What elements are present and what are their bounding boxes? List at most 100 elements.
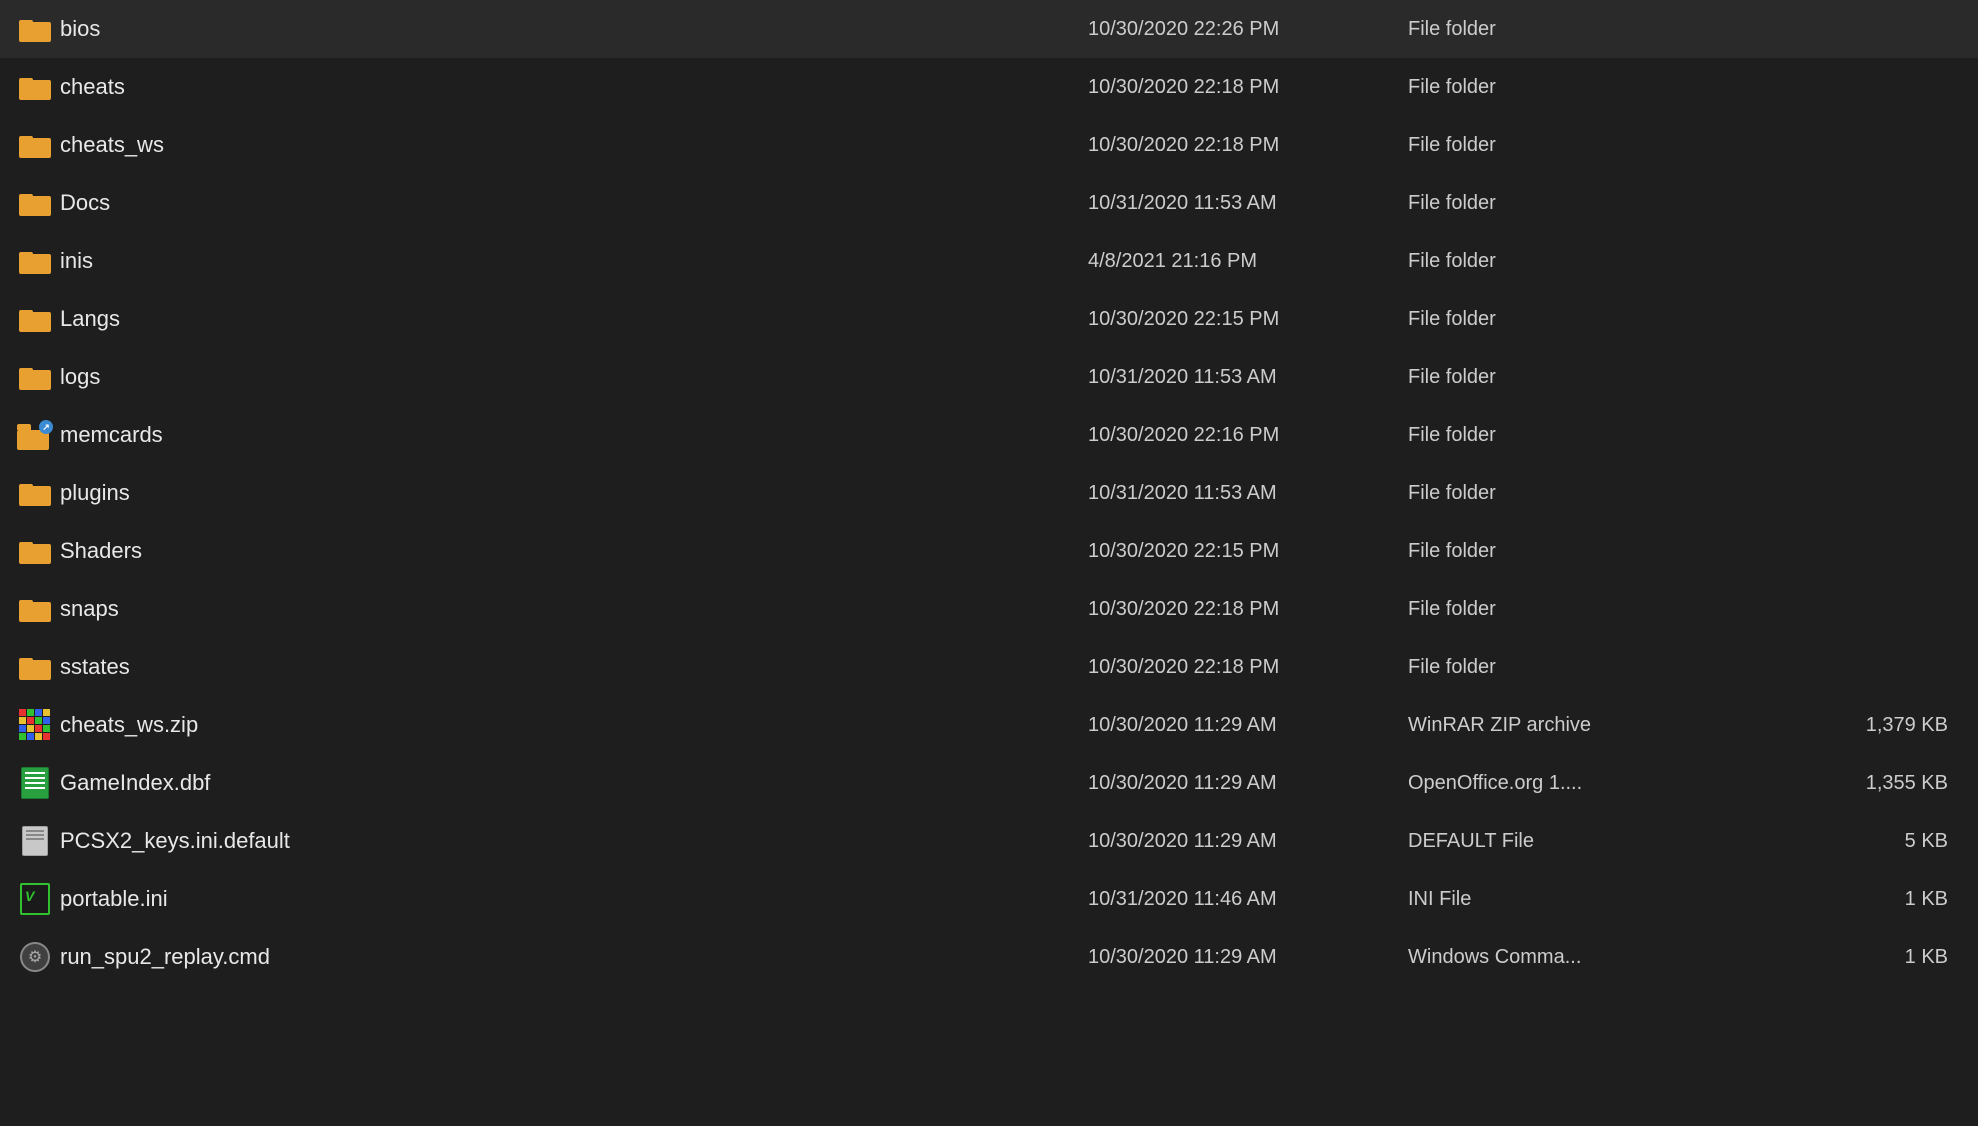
file-row[interactable]: plugins 10/31/2020 11:53 AM File folder bbox=[0, 464, 1978, 522]
file-row[interactable]: snaps 10/30/2020 22:18 PM File folder bbox=[0, 580, 1978, 638]
file-icon-cell bbox=[10, 16, 60, 42]
file-type: INI File bbox=[1408, 888, 1788, 911]
file-type: File folder bbox=[1408, 250, 1788, 273]
file-size: 1,379 KB bbox=[1788, 714, 1968, 737]
file-name: PCSX2_keys.ini.default bbox=[60, 828, 1088, 854]
ini-icon bbox=[20, 883, 50, 915]
file-list: bios 10/30/2020 22:26 PM File folder che… bbox=[0, 0, 1978, 986]
file-row[interactable]: inis 4/8/2021 21:16 PM File folder bbox=[0, 232, 1978, 290]
file-row[interactable]: sstates 10/30/2020 22:18 PM File folder bbox=[0, 638, 1978, 696]
file-date: 10/30/2020 11:29 AM bbox=[1088, 772, 1408, 795]
file-date: 10/30/2020 22:18 PM bbox=[1088, 598, 1408, 621]
file-date: 10/30/2020 11:29 AM bbox=[1088, 946, 1408, 969]
file-name: Docs bbox=[60, 190, 1088, 216]
file-row[interactable]: portable.ini 10/31/2020 11:46 AM INI Fil… bbox=[0, 870, 1978, 928]
folder-icon bbox=[19, 654, 51, 680]
folder-icon bbox=[19, 538, 51, 564]
file-name: cheats_ws.zip bbox=[60, 712, 1088, 738]
file-type: File folder bbox=[1408, 656, 1788, 679]
folder-icon bbox=[19, 480, 51, 506]
file-icon-cell bbox=[10, 364, 60, 390]
default-file-icon bbox=[22, 826, 48, 856]
file-type: File folder bbox=[1408, 76, 1788, 99]
file-date: 10/30/2020 22:16 PM bbox=[1088, 424, 1408, 447]
cmd-icon bbox=[20, 942, 50, 972]
file-type: OpenOffice.org 1.... bbox=[1408, 772, 1788, 795]
file-row[interactable]: cheats_ws.zip 10/30/2020 11:29 AM WinRAR… bbox=[0, 696, 1978, 754]
file-row[interactable]: Docs 10/31/2020 11:53 AM File folder bbox=[0, 174, 1978, 232]
file-size: 5 KB bbox=[1788, 830, 1968, 853]
file-name: cheats_ws bbox=[60, 132, 1088, 158]
file-name: logs bbox=[60, 364, 1088, 390]
file-type: File folder bbox=[1408, 482, 1788, 505]
file-date: 10/31/2020 11:53 AM bbox=[1088, 366, 1408, 389]
file-icon-cell bbox=[10, 709, 60, 741]
file-icon-cell: ↗ bbox=[10, 420, 60, 450]
file-type: File folder bbox=[1408, 134, 1788, 157]
file-icon-cell bbox=[10, 654, 60, 680]
file-icon-cell bbox=[10, 190, 60, 216]
file-date: 10/30/2020 22:15 PM bbox=[1088, 308, 1408, 331]
file-size: 1 KB bbox=[1788, 888, 1968, 911]
file-name: inis bbox=[60, 248, 1088, 274]
file-date: 4/8/2021 21:16 PM bbox=[1088, 250, 1408, 273]
file-date: 10/31/2020 11:53 AM bbox=[1088, 192, 1408, 215]
folder-icon bbox=[19, 132, 51, 158]
file-date: 10/30/2020 11:29 AM bbox=[1088, 830, 1408, 853]
file-row[interactable]: cheats_ws 10/30/2020 22:18 PM File folde… bbox=[0, 116, 1978, 174]
file-name: bios bbox=[60, 16, 1088, 42]
folder-icon bbox=[19, 596, 51, 622]
folder-icon bbox=[19, 16, 51, 42]
file-type: WinRAR ZIP archive bbox=[1408, 714, 1788, 737]
file-name: cheats bbox=[60, 74, 1088, 100]
file-icon-cell bbox=[10, 74, 60, 100]
file-name: plugins bbox=[60, 480, 1088, 506]
file-type: File folder bbox=[1408, 18, 1788, 41]
file-date: 10/31/2020 11:53 AM bbox=[1088, 482, 1408, 505]
folder-special-icon: ↗ bbox=[17, 420, 53, 450]
file-row[interactable]: GameIndex.dbf 10/30/2020 11:29 AM OpenOf… bbox=[0, 754, 1978, 812]
file-name: GameIndex.dbf bbox=[60, 770, 1088, 796]
file-date: 10/30/2020 22:18 PM bbox=[1088, 656, 1408, 679]
file-date: 10/30/2020 22:26 PM bbox=[1088, 18, 1408, 41]
file-type: File folder bbox=[1408, 598, 1788, 621]
file-name: Langs bbox=[60, 306, 1088, 332]
file-name: memcards bbox=[60, 422, 1088, 448]
file-date: 10/30/2020 11:29 AM bbox=[1088, 714, 1408, 737]
file-name: sstates bbox=[60, 654, 1088, 680]
file-type: File folder bbox=[1408, 540, 1788, 563]
folder-icon bbox=[19, 74, 51, 100]
file-icon-cell bbox=[10, 538, 60, 564]
file-row[interactable]: bios 10/30/2020 22:26 PM File folder bbox=[0, 0, 1978, 58]
file-icon-cell bbox=[10, 596, 60, 622]
file-type: File folder bbox=[1408, 308, 1788, 331]
file-row[interactable]: cheats 10/30/2020 22:18 PM File folder bbox=[0, 58, 1978, 116]
file-size: 1 KB bbox=[1788, 946, 1968, 969]
file-row[interactable]: ↗ memcards 10/30/2020 22:16 PM File fold… bbox=[0, 406, 1978, 464]
file-date: 10/30/2020 22:15 PM bbox=[1088, 540, 1408, 563]
file-icon-cell bbox=[10, 942, 60, 972]
file-icon-cell bbox=[10, 826, 60, 856]
file-name: run_spu2_replay.cmd bbox=[60, 944, 1088, 970]
file-icon-cell bbox=[10, 248, 60, 274]
file-type: File folder bbox=[1408, 366, 1788, 389]
zip-icon bbox=[19, 709, 51, 741]
file-date: 10/30/2020 22:18 PM bbox=[1088, 134, 1408, 157]
folder-icon bbox=[19, 364, 51, 390]
folder-icon bbox=[19, 306, 51, 332]
file-icon-cell bbox=[10, 883, 60, 915]
file-icon-cell bbox=[10, 306, 60, 332]
file-icon-cell bbox=[10, 767, 60, 799]
file-row[interactable]: logs 10/31/2020 11:53 AM File folder bbox=[0, 348, 1978, 406]
file-type: Windows Comma... bbox=[1408, 946, 1788, 969]
file-row[interactable]: PCSX2_keys.ini.default 10/30/2020 11:29 … bbox=[0, 812, 1978, 870]
file-name: Shaders bbox=[60, 538, 1088, 564]
file-row[interactable]: Shaders 10/30/2020 22:15 PM File folder bbox=[0, 522, 1978, 580]
file-type: File folder bbox=[1408, 192, 1788, 215]
file-name: snaps bbox=[60, 596, 1088, 622]
file-size: 1,355 KB bbox=[1788, 772, 1968, 795]
file-row[interactable]: run_spu2_replay.cmd 10/30/2020 11:29 AM … bbox=[0, 928, 1978, 986]
folder-icon bbox=[19, 190, 51, 216]
file-row[interactable]: Langs 10/30/2020 22:15 PM File folder bbox=[0, 290, 1978, 348]
folder-icon bbox=[19, 248, 51, 274]
